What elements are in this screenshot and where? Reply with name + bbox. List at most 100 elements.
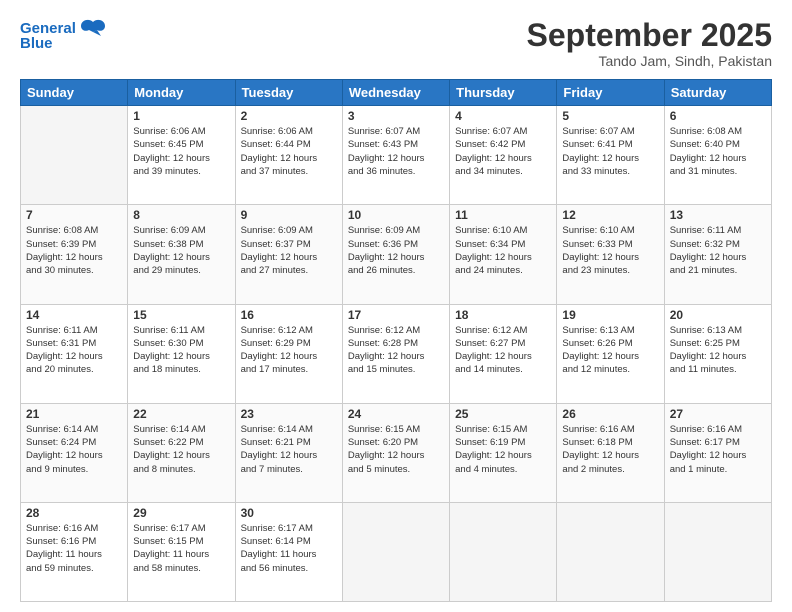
day-info: Sunrise: 6:17 AM Sunset: 6:14 PM Dayligh… [241,522,337,575]
col-monday: Monday [128,80,235,106]
day-info: Sunrise: 6:07 AM Sunset: 6:42 PM Dayligh… [455,125,551,178]
table-cell: 22Sunrise: 6:14 AM Sunset: 6:22 PM Dayli… [128,403,235,502]
day-info: Sunrise: 6:09 AM Sunset: 6:38 PM Dayligh… [133,224,229,277]
week-row-2: 14 Sunrise: 6:11 AM Sunset: 6:31 PM Dayli… [21,304,772,403]
col-thursday: Thursday [450,80,557,106]
table-cell: 11Sunrise: 6:10 AM Sunset: 6:34 PM Dayli… [450,205,557,304]
table-cell [557,502,664,601]
day-number: 17 [348,308,444,322]
table-cell: 1 Sunrise: 6:06 AM Sunset: 6:45 PM Daylig… [128,106,235,205]
table-cell: 17 Sunrise: 6:12 AM Sunset: 6:28 PM Dayli… [342,304,449,403]
day-info: Sunrise: 6:15 AM Sunset: 6:20 PM Dayligh… [348,423,444,476]
day-info: Sunrise: 6:11 AM Sunset: 6:30 PM Dayligh… [133,324,229,377]
day-number: 21 [26,407,122,421]
week-row-1: 7Sunrise: 6:08 AM Sunset: 6:39 PM Daylig… [21,205,772,304]
table-cell: 7Sunrise: 6:08 AM Sunset: 6:39 PM Daylig… [21,205,128,304]
day-info: Sunrise: 6:08 AM Sunset: 6:40 PM Dayligh… [670,125,766,178]
day-number: 18 [455,308,551,322]
day-number: 4 [455,109,551,123]
table-cell: 13 Sunrise: 6:11 AM Sunset: 6:32 PM Dayli… [664,205,771,304]
col-sunday: Sunday [21,80,128,106]
table-cell: 23 Sunrise: 6:14 AM Sunset: 6:21 PM Dayli… [235,403,342,502]
table-cell: 26 Sunrise: 6:16 AM Sunset: 6:18 PM Dayli… [557,403,664,502]
day-number: 9 [241,208,337,222]
col-wednesday: Wednesday [342,80,449,106]
week-row-0: 1 Sunrise: 6:06 AM Sunset: 6:45 PM Daylig… [21,106,772,205]
header: General Blue September 2025 Tando Jam, S… [20,18,772,69]
day-number: 12 [562,208,658,222]
day-info: Sunrise: 6:16 AM Sunset: 6:18 PM Dayligh… [562,423,658,476]
day-number: 14 [26,308,122,322]
day-info: Sunrise: 6:07 AM Sunset: 6:41 PM Dayligh… [562,125,658,178]
col-saturday: Saturday [664,80,771,106]
table-cell: 9 Sunrise: 6:09 AM Sunset: 6:37 PM Daylig… [235,205,342,304]
day-info: Sunrise: 6:17 AM Sunset: 6:15 PM Dayligh… [133,522,229,575]
day-number: 6 [670,109,766,123]
table-cell: 16Sunrise: 6:12 AM Sunset: 6:29 PM Dayli… [235,304,342,403]
day-info: Sunrise: 6:16 AM Sunset: 6:17 PM Dayligh… [670,423,766,476]
day-number: 24 [348,407,444,421]
day-info: Sunrise: 6:13 AM Sunset: 6:26 PM Dayligh… [562,324,658,377]
table-cell: 10Sunrise: 6:09 AM Sunset: 6:36 PM Dayli… [342,205,449,304]
day-number: 5 [562,109,658,123]
table-cell [664,502,771,601]
table-cell: 18 Sunrise: 6:12 AM Sunset: 6:27 PM Dayli… [450,304,557,403]
col-tuesday: Tuesday [235,80,342,106]
day-info: Sunrise: 6:06 AM Sunset: 6:44 PM Dayligh… [241,125,337,178]
day-info: Sunrise: 6:07 AM Sunset: 6:43 PM Dayligh… [348,125,444,178]
day-info: Sunrise: 6:16 AM Sunset: 6:16 PM Dayligh… [26,522,122,575]
day-info: Sunrise: 6:12 AM Sunset: 6:28 PM Dayligh… [348,324,444,377]
day-number: 15 [133,308,229,322]
table-cell [21,106,128,205]
table-cell: 3 Sunrise: 6:07 AM Sunset: 6:43 PM Daylig… [342,106,449,205]
table-cell [342,502,449,601]
page: General Blue September 2025 Tando Jam, S… [0,0,792,612]
day-number: 27 [670,407,766,421]
day-info: Sunrise: 6:14 AM Sunset: 6:24 PM Dayligh… [26,423,122,476]
table-cell: 5 Sunrise: 6:07 AM Sunset: 6:41 PM Daylig… [557,106,664,205]
table-cell: 21 Sunrise: 6:14 AM Sunset: 6:24 PM Dayli… [21,403,128,502]
table-cell: 24 Sunrise: 6:15 AM Sunset: 6:20 PM Dayli… [342,403,449,502]
day-info: Sunrise: 6:14 AM Sunset: 6:22 PM Dayligh… [133,423,229,476]
table-cell: 30Sunrise: 6:17 AM Sunset: 6:14 PM Dayli… [235,502,342,601]
day-info: Sunrise: 6:10 AM Sunset: 6:33 PM Dayligh… [562,224,658,277]
table-cell: 12 Sunrise: 6:10 AM Sunset: 6:33 PM Dayli… [557,205,664,304]
day-number: 26 [562,407,658,421]
week-row-4: 28 Sunrise: 6:16 AM Sunset: 6:16 PM Dayli… [21,502,772,601]
table-cell: 15 Sunrise: 6:11 AM Sunset: 6:30 PM Dayli… [128,304,235,403]
day-info: Sunrise: 6:13 AM Sunset: 6:25 PM Dayligh… [670,324,766,377]
day-number: 1 [133,109,229,123]
day-number: 8 [133,208,229,222]
day-number: 2 [241,109,337,123]
day-info: Sunrise: 6:10 AM Sunset: 6:34 PM Dayligh… [455,224,551,277]
table-cell: 6 Sunrise: 6:08 AM Sunset: 6:40 PM Daylig… [664,106,771,205]
day-info: Sunrise: 6:12 AM Sunset: 6:29 PM Dayligh… [241,324,337,377]
day-number: 20 [670,308,766,322]
day-number: 3 [348,109,444,123]
day-info: Sunrise: 6:12 AM Sunset: 6:27 PM Dayligh… [455,324,551,377]
table-cell [450,502,557,601]
day-info: Sunrise: 6:06 AM Sunset: 6:45 PM Dayligh… [133,125,229,178]
day-number: 13 [670,208,766,222]
main-title: September 2025 [527,18,772,53]
day-info: Sunrise: 6:09 AM Sunset: 6:37 PM Dayligh… [241,224,337,277]
day-info: Sunrise: 6:15 AM Sunset: 6:19 PM Dayligh… [455,423,551,476]
header-row: Sunday Monday Tuesday Wednesday Thursday… [21,80,772,106]
day-info: Sunrise: 6:14 AM Sunset: 6:21 PM Dayligh… [241,423,337,476]
day-info: Sunrise: 6:11 AM Sunset: 6:32 PM Dayligh… [670,224,766,277]
logo: General Blue [20,18,107,53]
subtitle: Tando Jam, Sindh, Pakistan [527,53,772,69]
logo-text-line2: Blue [20,36,53,53]
day-number: 23 [241,407,337,421]
day-number: 25 [455,407,551,421]
table-cell: 29 Sunrise: 6:17 AM Sunset: 6:15 PM Dayli… [128,502,235,601]
table-cell: 2 Sunrise: 6:06 AM Sunset: 6:44 PM Daylig… [235,106,342,205]
day-number: 28 [26,506,122,520]
title-block: September 2025 Tando Jam, Sindh, Pakista… [527,18,772,69]
table-cell: 25 Sunrise: 6:15 AM Sunset: 6:19 PM Dayli… [450,403,557,502]
table-cell: 14 Sunrise: 6:11 AM Sunset: 6:31 PM Dayli… [21,304,128,403]
table-cell: 4 Sunrise: 6:07 AM Sunset: 6:42 PM Daylig… [450,106,557,205]
day-number: 19 [562,308,658,322]
day-info: Sunrise: 6:11 AM Sunset: 6:31 PM Dayligh… [26,324,122,377]
day-number: 29 [133,506,229,520]
